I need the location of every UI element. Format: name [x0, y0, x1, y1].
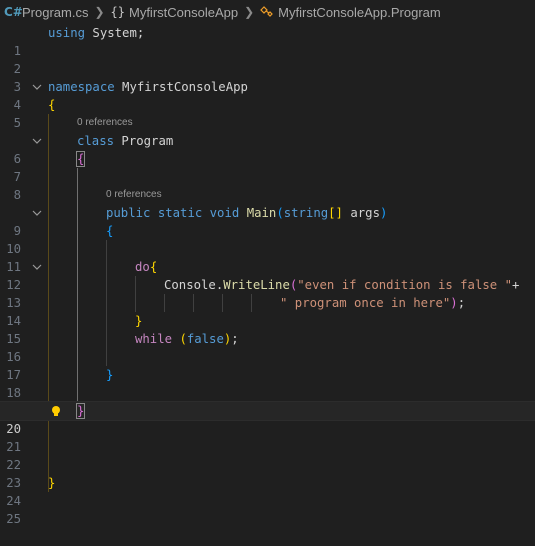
- code-line[interactable]: 1 using System;: [0, 24, 535, 58]
- bracket: {: [106, 224, 114, 238]
- code-lens-references[interactable]: 0 references: [77, 114, 133, 132]
- keyword: while: [135, 332, 173, 346]
- code-line[interactable]: 25: [0, 492, 535, 526]
- line-number: 5: [13, 116, 21, 130]
- code-text: Console: [164, 278, 216, 292]
- bracket: (: [276, 206, 284, 220]
- keyword: public: [106, 206, 151, 220]
- keyword: void: [209, 206, 240, 220]
- breadcrumb: C# Program.cs ❯ {} MyfirstConsoleApp ❯ M…: [0, 0, 535, 24]
- bracket: {: [48, 98, 56, 112]
- code-line[interactable]: 18 }: [0, 366, 535, 400]
- bracket: (: [179, 332, 187, 346]
- string-literal: " program once in here": [280, 296, 451, 310]
- code-line[interactable]: 21: [0, 420, 535, 454]
- code-line[interactable]: 9 public static void Main(string[] args): [0, 204, 535, 238]
- code-lens-references[interactable]: 0 references: [106, 186, 162, 204]
- code-line[interactable]: 4 namespace MyfirstConsoleApp: [0, 78, 535, 112]
- code-line[interactable]: 5 {: [0, 96, 535, 130]
- bracket: }: [75, 403, 86, 419]
- code-line[interactable]: 19: [0, 384, 535, 418]
- breadcrumb-namespace-label: MyfirstConsoleApp: [128, 4, 239, 20]
- code-line-current[interactable]: 20 }: [0, 401, 535, 436]
- keyword: do: [135, 260, 150, 274]
- chevron-right-icon: ❯: [244, 5, 255, 19]
- line-number: 8: [13, 188, 21, 202]
- bracket: }: [48, 476, 56, 490]
- breadcrumb-file-label: Program.cs: [22, 4, 89, 20]
- code-text: MyfirstConsoleApp: [114, 80, 248, 94]
- code-text: System;: [85, 26, 145, 40]
- keyword: namespace: [48, 80, 115, 94]
- code-line[interactable]: 24 }: [0, 474, 535, 508]
- code-line[interactable]: 6 class Program: [0, 132, 535, 166]
- code-line[interactable]: 8: [0, 168, 535, 202]
- code-text: ;: [457, 296, 466, 310]
- code-line[interactable]: 10 {: [0, 222, 535, 256]
- code-line[interactable]: 7 {: [0, 150, 535, 184]
- code-text: +: [511, 278, 520, 292]
- bracket: }: [106, 368, 114, 382]
- code-text: ;: [231, 332, 239, 346]
- code-line[interactable]: 22: [0, 438, 535, 472]
- bracket: []: [328, 206, 343, 220]
- code-text: args: [342, 206, 380, 220]
- string-literal: "even if condition is false ": [297, 278, 512, 292]
- keyword: string: [283, 206, 329, 220]
- bracket: }: [135, 314, 143, 328]
- namespace-icon: {}: [110, 5, 125, 19]
- line-number: 25: [6, 512, 21, 526]
- csharp-file-icon: C#: [4, 5, 23, 19]
- code-editor[interactable]: 1 using System; 2 3 4 namespace MyfirstC…: [0, 24, 535, 526]
- code-line[interactable]: 3: [0, 60, 535, 94]
- code-line[interactable]: 14 " program once in here");: [0, 294, 535, 328]
- code-line[interactable]: 2: [0, 42, 535, 76]
- class-icon: [260, 6, 274, 17]
- code-line[interactable]: 12 do{: [0, 258, 535, 292]
- code-line[interactable]: 23: [0, 456, 535, 490]
- code-text: Program: [114, 134, 174, 148]
- code-line[interactable]: 17: [0, 348, 535, 382]
- keyword: class: [77, 134, 115, 148]
- lightbulb-icon[interactable]: [50, 405, 62, 417]
- keyword: false: [186, 332, 224, 346]
- code-line[interactable]: 16 while (false);: [0, 330, 535, 364]
- function-name: Main: [246, 206, 277, 220]
- bracket: ): [450, 296, 458, 310]
- bracket: {: [75, 151, 86, 167]
- breadcrumb-class-label: MyfirstConsoleApp.Program: [278, 4, 441, 20]
- code-line[interactable]: 15 }: [0, 312, 535, 346]
- breadcrumb-class[interactable]: MyfirstConsoleApp.Program: [260, 5, 441, 20]
- code-line[interactable]: 13 Console.WriteLine("even if condition …: [0, 276, 535, 310]
- breadcrumb-namespace[interactable]: {} MyfirstConsoleApp: [111, 5, 239, 20]
- function-name: WriteLine: [223, 278, 290, 292]
- bracket: ): [379, 206, 388, 220]
- keyword: static: [157, 206, 203, 220]
- keyword: using: [48, 26, 86, 40]
- bracket: {: [149, 260, 158, 274]
- chevron-right-icon: ❯: [94, 5, 105, 19]
- code-line[interactable]: 11: [0, 240, 535, 274]
- breadcrumb-file[interactable]: C# Program.cs: [0, 5, 88, 20]
